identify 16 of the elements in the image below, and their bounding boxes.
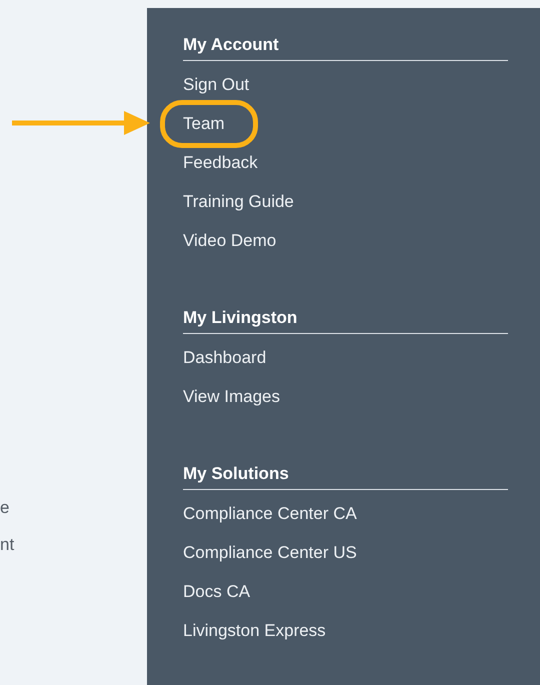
menu-link[interactable]: View Images <box>183 386 280 406</box>
section-heading: My Livingston <box>183 306 508 334</box>
menu-link[interactable]: Feedback <box>183 152 258 172</box>
section-heading: My Account <box>183 33 508 61</box>
menu-link[interactable]: Dashboard <box>183 348 266 368</box>
text-fragment: e <box>0 497 10 519</box>
menu-link[interactable]: Compliance Center CA <box>183 504 357 524</box>
menu-link[interactable]: Livingston Express <box>183 620 326 640</box>
menu-link[interactable]: Video Demo <box>183 230 276 250</box>
menu-link[interactable]: Team <box>183 114 225 134</box>
menu-link[interactable]: Docs CA <box>183 582 250 602</box>
section-heading: My Solutions <box>183 462 508 490</box>
menu-link[interactable]: Training Guide <box>183 192 294 212</box>
menu-link[interactable]: Sign Out <box>183 74 250 94</box>
text-fragment: nt <box>0 534 14 556</box>
menu-link[interactable]: Compliance Center US <box>183 542 357 562</box>
